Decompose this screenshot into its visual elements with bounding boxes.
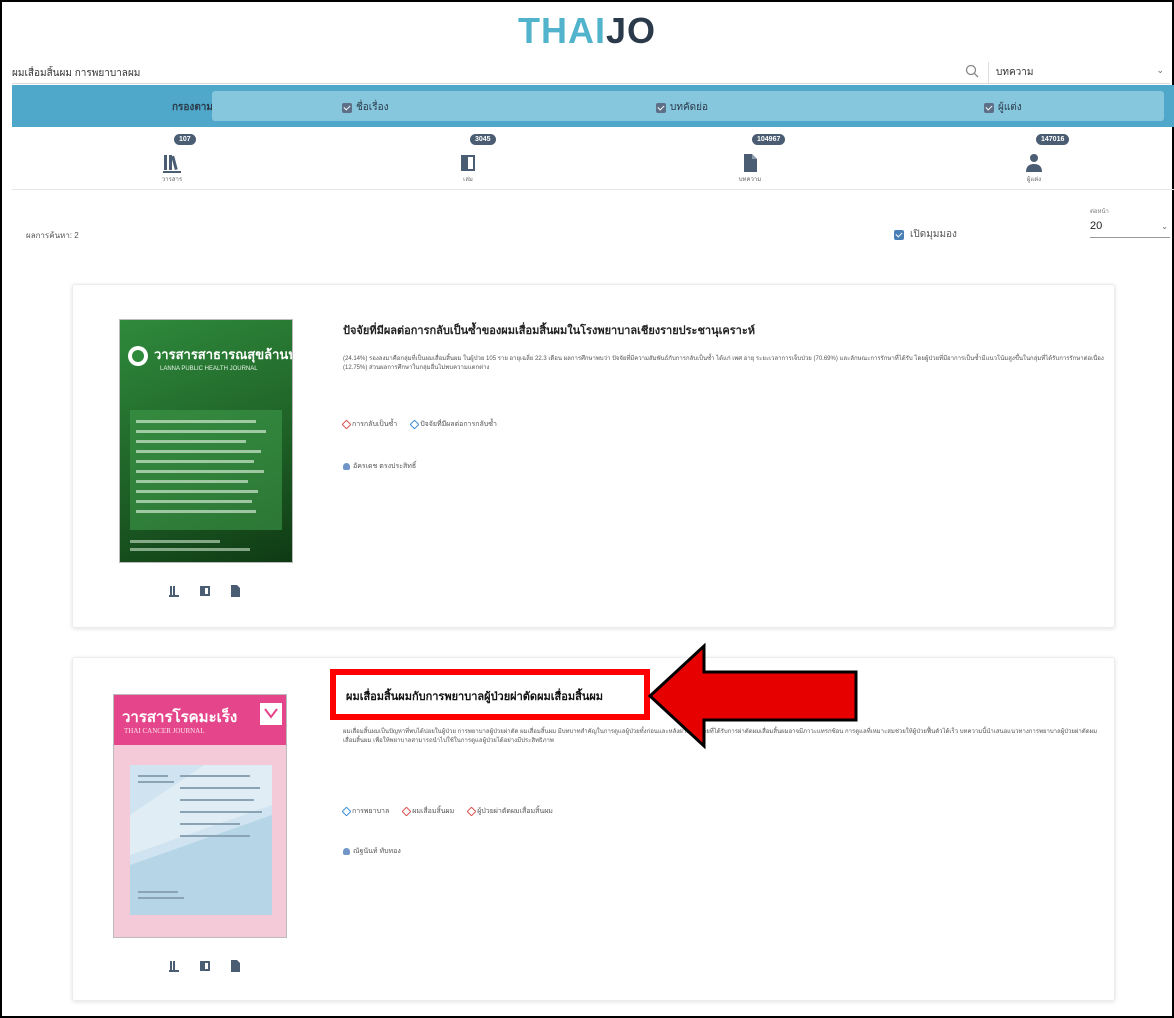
count-badge: 107 [174,134,196,145]
page-frame: THAIJO บทความ ⌄ กรองตาม ชื่อเรื่อง บทคัด… [0,0,1174,1018]
tag-icon [409,419,420,430]
keyword-list: การพยาบาล ผมเสื่อมสิ้นผม ผู้ป่วยผ่าตัดผม… [341,806,553,817]
tag-icon [341,419,352,430]
cover-title: วารสารสาธารณสุขล้านนา [154,347,293,362]
person-icon [343,848,350,855]
article-link-icon[interactable] [229,960,241,972]
count-badge: 3045 [470,134,496,145]
count-badge: 147016 [1036,134,1070,145]
issues-icon [461,155,475,171]
article-title[interactable]: ปัจจัยที่มีผลต่อการกลับเป็นซ้ำของผมเสื่อ… [343,321,755,339]
journals-icon [163,155,181,173]
issue-link-icon[interactable] [199,585,211,597]
article-card: วารสารสาธารณสุขล้านนา LANNA PUBLIC HEALT… [72,284,1115,628]
search-scope-select[interactable]: บทความ ⌄ [996,65,1168,81]
cover-subtitle: LANNA PUBLIC HEALTH JOURNAL [160,366,258,372]
filter-abstract-checkbox[interactable]: บทคัดย่อ [656,100,708,115]
checkbox-checked-icon [894,229,904,240]
callout-arrow-icon [647,642,858,750]
filter-bar: กรองตาม ชื่อเรื่อง บทคัดย่อ ผู้แต่ง [12,85,1174,127]
tag-icon [401,806,412,817]
filter-option-label: ผู้แต่ง [998,102,1022,113]
keyword-tag[interactable]: ปัจจัยที่มีผลต่อการกลับซ้ำ [409,419,497,430]
filter-option-label: ชื่อเรื่อง [356,102,389,113]
tag-icon [341,806,352,817]
thaijo-logo[interactable]: THAIJO [2,10,1172,52]
keyword-tag[interactable]: การกลับเป็นซ้ำ [341,419,398,430]
cover-actions [169,585,241,597]
articles-icon [744,154,757,172]
search-bar: บทความ ⌄ [12,62,1170,84]
author-name: ณัฐนันท์ ทับทอง [353,848,401,855]
article-author[interactable]: อัครเดช ตรงประสิทธิ์ [343,461,416,472]
highlight-box: ผมเสื่อมสิ้นผมกับการพยาบาลผู้ป่วยผ่าตัดผ… [330,669,650,720]
stat-articles[interactable]: 104967 บทความ [690,130,810,188]
journal-link-icon[interactable] [169,585,181,597]
stats-bar: 107 วารสาร 3045 เล่ม 104967 บทความ 14701… [12,130,1174,190]
filter-options: ชื่อเรื่อง บทคัดย่อ ผู้แต่ง [212,91,1164,121]
journal-cover[interactable]: วารสารสาธารณสุขล้านนา LANNA PUBLIC HEALT… [119,319,293,563]
stat-label: บทความ [738,177,762,183]
per-page-value: 20 ⌄ [1090,220,1170,238]
keyword-label: ผู้ป่วยผ่าตัดผมเสื่อมสิ้นผม [477,808,553,815]
search-input[interactable] [12,64,952,82]
chevron-down-icon: ⌄ [1156,65,1164,75]
stat-authors[interactable]: 147016 ผู้แต่ง [974,130,1094,188]
stat-label: เล่ม [463,177,473,183]
count-badge: 104967 [752,134,786,145]
search-icon[interactable] [964,63,980,79]
chevron-down-icon: ⌄ [1161,222,1168,231]
toggle-label: เปิดมุมมอง [910,229,957,240]
per-page-select[interactable]: ต่อหน้า 20 ⌄ [1090,206,1170,238]
stat-journals[interactable]: 107 วารสาร [112,130,232,188]
checkbox-checked-icon [656,102,666,113]
per-page-caption: ต่อหน้า [1090,209,1109,215]
search-divider [988,62,989,83]
cover-actions [169,960,241,972]
journal-cover[interactable]: วารสารโรคมะเร็ง THAI CANCER JOURNAL [113,694,287,938]
keyword-list: การกลับเป็นซ้ำ ปัจจัยที่มีผลต่อการกลับซ้… [341,419,497,430]
keyword-tag[interactable]: ผู้ป่วยผ่าตัดผมเสื่อมสิ้นผม [466,806,553,817]
filter-title-checkbox[interactable]: ชื่อเรื่อง [342,100,388,115]
keyword-label: ผมเสื่อมสิ้นผม [412,808,455,815]
keyword-tag[interactable]: ผมเสื่อมสิ้นผม [401,806,455,817]
stat-label: วารสาร [161,177,183,183]
article-author[interactable]: ณัฐนันท์ ทับทอง [343,846,401,857]
stat-issues[interactable]: 3045 เล่ม [408,130,528,188]
filter-author-checkbox[interactable]: ผู้แต่ง [984,100,1022,115]
filter-label: กรองตาม [172,102,214,113]
keyword-label: การพยาบาล [352,808,390,815]
filter-option-label: บทคัดย่อ [670,102,708,113]
tag-icon [466,806,477,817]
authors-icon [1026,154,1042,172]
keyword-tag[interactable]: การพยาบาล [341,806,390,817]
keyword-label: การกลับเป็นซ้ำ [352,421,398,428]
checkbox-checked-icon [984,102,994,113]
journal-link-icon[interactable] [169,960,181,972]
checkbox-checked-icon [342,102,352,113]
cover-artwork [130,703,282,915]
results-count: ผลการค้นหา: 2 [26,231,79,240]
issue-link-icon[interactable] [199,960,211,972]
author-name: อัครเดช ตรงประสิทธิ์ [353,463,417,470]
article-link-icon[interactable] [229,585,241,597]
view-toggle[interactable]: เปิดมุมมอง [894,227,957,242]
article-title[interactable]: ผมเสื่อมสิ้นผมกับการพยาบาลผู้ป่วยผ่าตัดผ… [346,687,603,705]
per-page-number: 20 [1090,220,1103,232]
keyword-label: ปัจจัยที่มีผลต่อการกลับซ้ำ [420,421,497,428]
article-abstract: (24.14%) รองลงมาคือกลุ่มที่เป็นผมเสื่อมส… [343,356,1104,371]
person-icon [343,463,350,470]
stat-label: ผู้แต่ง [1026,177,1042,183]
